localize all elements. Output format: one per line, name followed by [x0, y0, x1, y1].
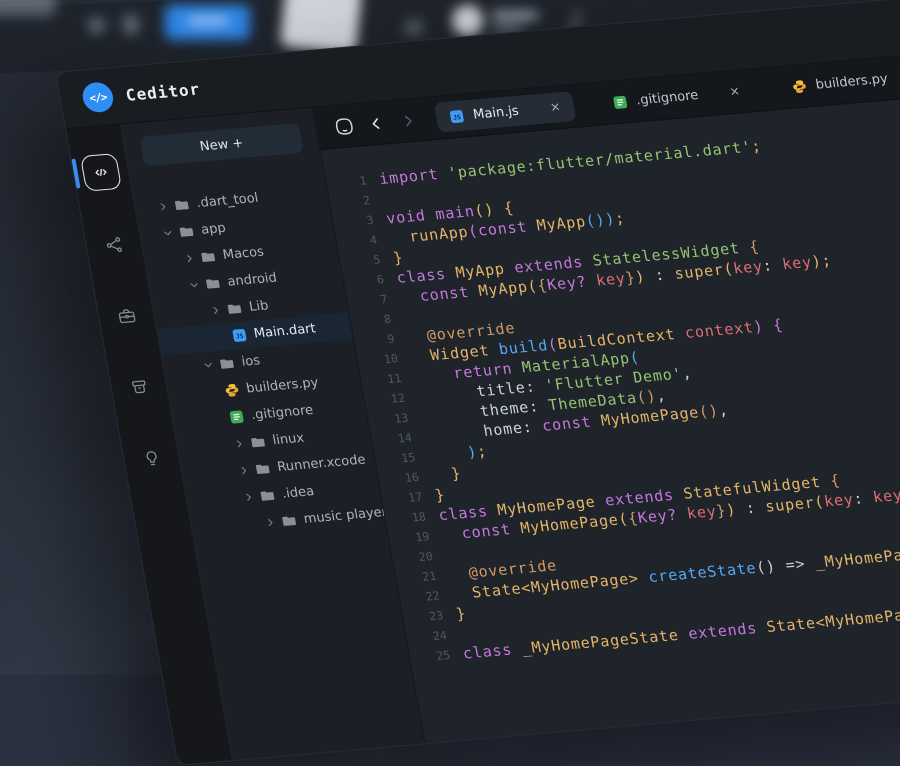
blurred-text-line: [492, 11, 538, 20]
chevron-right-icon[interactable]: [157, 201, 169, 212]
tab-label: Main.js: [472, 103, 520, 122]
tab-label: builders.py: [814, 71, 889, 92]
editor-tab[interactable]: JS Main.js: [434, 91, 576, 133]
home-icon[interactable]: [329, 112, 359, 140]
tree-item-label: .gitignore: [250, 403, 315, 423]
activity-share-branch-icon[interactable]: [94, 226, 134, 263]
tab-label: .gitignore: [635, 88, 700, 108]
tree-item-label: Macos: [222, 245, 266, 263]
chevron-right-icon[interactable]: [233, 439, 245, 450]
chevron-right-icon[interactable]: [264, 517, 276, 528]
blurred-corner-element: [0, 0, 56, 16]
python-icon: [790, 78, 808, 94]
activity-lightbulb-icon[interactable]: [131, 440, 171, 477]
activity-code-icon[interactable]: [80, 153, 122, 192]
line-number: 25: [409, 645, 452, 668]
chevron-right-icon[interactable]: [242, 492, 254, 503]
chevron-down-icon[interactable]: [188, 280, 200, 291]
app-logo-code-slash-icon: </>: [80, 81, 115, 113]
editor-window: </> Ceditor New + .dart_toolapp Macos andr…: [55, 0, 900, 766]
git-badge-icon: [611, 94, 629, 110]
folder-icon: [204, 275, 222, 291]
tree-item-label: android: [226, 271, 278, 290]
chevron-right-icon[interactable]: [238, 465, 250, 476]
folder-icon: [200, 249, 218, 265]
tree-item-label: builders.py: [245, 375, 320, 396]
tree-item-label: app: [200, 221, 227, 238]
folder-icon: [219, 356, 237, 372]
python-icon: [223, 382, 241, 398]
app-title: Ceditor: [124, 79, 201, 104]
window-body: New + .dart_toolapp Macos android Lib JS Main…: [66, 53, 900, 765]
folder-icon: [281, 513, 299, 529]
chevron-left-icon[interactable]: [360, 109, 390, 137]
editor-tab[interactable]: .gitignore: [597, 75, 756, 118]
tree-item-label: ios: [240, 353, 261, 369]
tree-item-label: Main.dart: [253, 321, 317, 341]
blurred-avatar: [452, 5, 483, 36]
folder-icon: [178, 224, 196, 240]
js-badge-icon: JS: [448, 108, 466, 124]
chevron-right-icon[interactable]: [392, 106, 422, 134]
tree-item-label: .dart_tool: [195, 191, 259, 211]
close-icon[interactable]: [548, 101, 561, 115]
folder-icon: [173, 197, 191, 213]
chevron-right-icon[interactable]: [183, 253, 195, 264]
tree-item-label: Lib: [248, 298, 270, 314]
chevron-down-icon[interactable]: [202, 360, 214, 371]
tree-item-label: linux: [271, 431, 305, 449]
git-badge-icon: [228, 409, 246, 425]
blurred-button-label: [187, 16, 229, 26]
blurred-icon: [88, 17, 105, 34]
svg-text:JS: JS: [453, 114, 462, 122]
tree-item-label: Runner.xcode: [276, 453, 367, 476]
screen: { "header": { "title": "Ceditor", "logo_…: [0, 0, 900, 675]
js-badge-icon: JS: [231, 327, 249, 343]
folder-icon: [259, 488, 277, 504]
svg-text:JS: JS: [235, 333, 244, 341]
close-icon[interactable]: [728, 85, 741, 99]
activity-archive-box-icon[interactable]: [119, 369, 159, 406]
activity-briefcase-icon[interactable]: [106, 297, 146, 334]
folder-icon: [226, 301, 244, 317]
folder-icon: [254, 461, 272, 477]
folder-icon: [250, 434, 268, 450]
code-area[interactable]: 1234567891011121314151617181920212223242…: [321, 95, 900, 743]
chevron-right-icon[interactable]: [210, 305, 222, 316]
chevron-down-icon[interactable]: [162, 228, 174, 239]
editor-tab[interactable]: builders.py: [776, 59, 900, 103]
tree-item-label: .idea: [281, 484, 315, 502]
new-file-button[interactable]: New +: [139, 123, 304, 167]
blurred-glyph: [404, 19, 424, 37]
blurred-icon: [123, 14, 139, 35]
